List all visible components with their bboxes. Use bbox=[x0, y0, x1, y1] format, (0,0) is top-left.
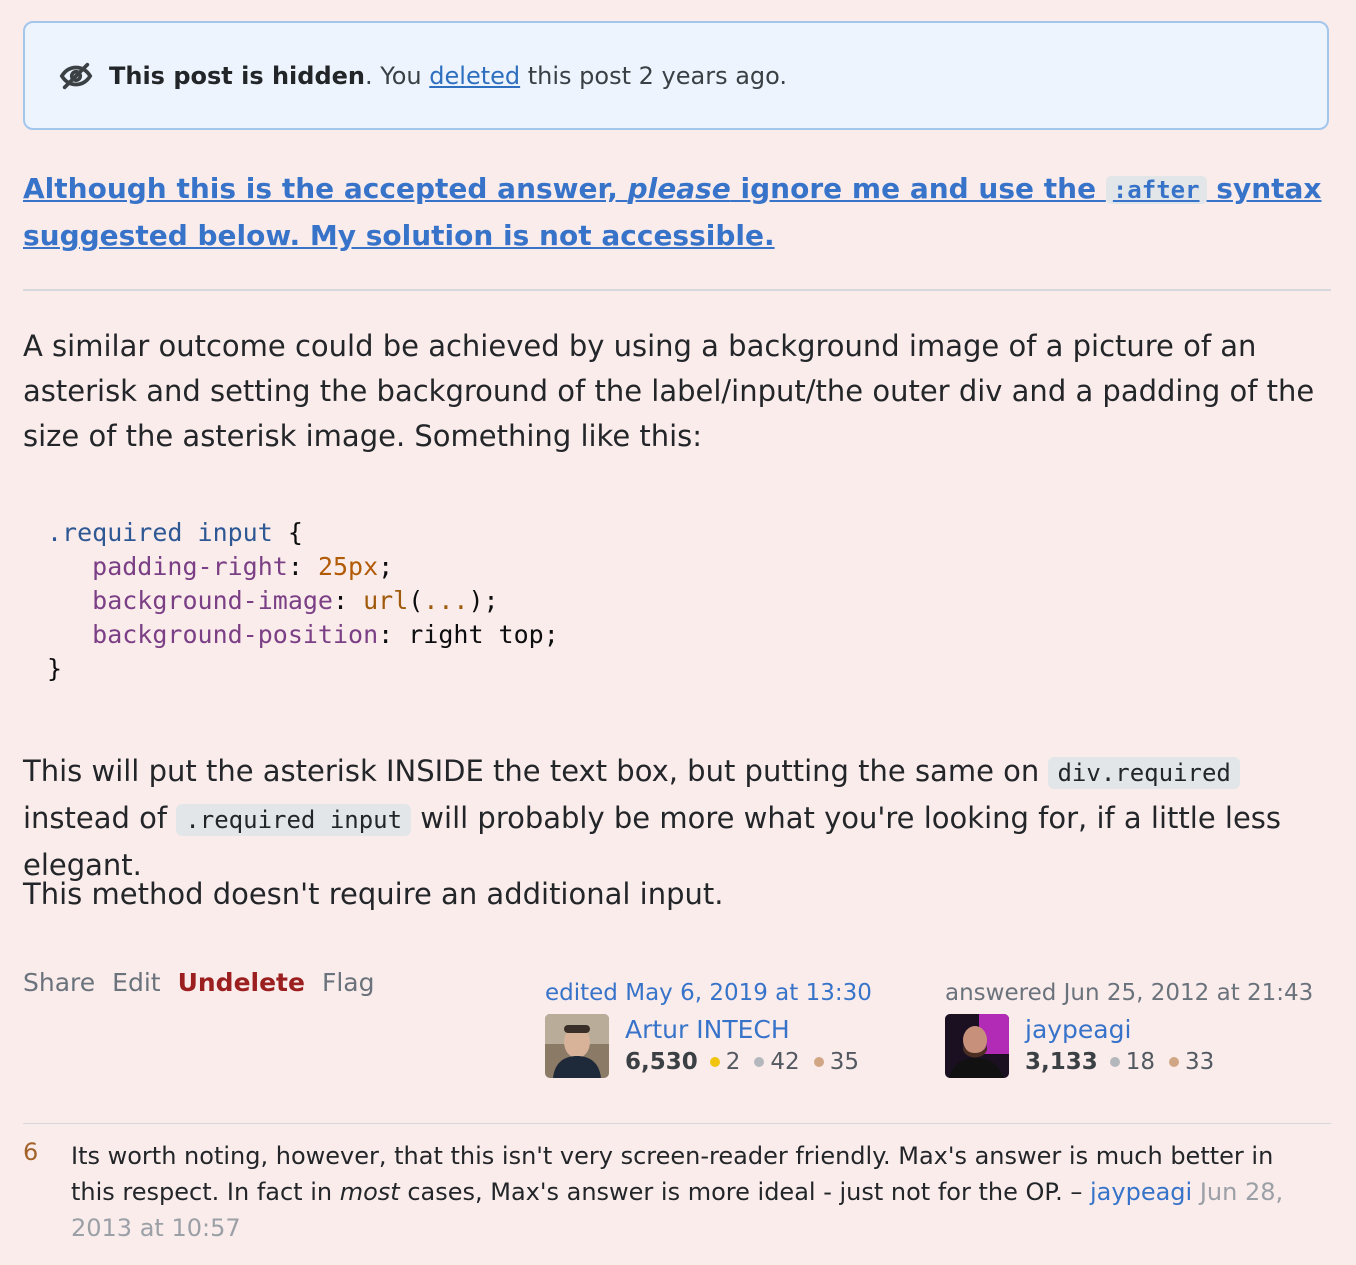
silver-badge-count: 18 bbox=[1125, 1049, 1156, 1075]
inline-code: div.required bbox=[1048, 757, 1240, 789]
flag-link[interactable]: Flag bbox=[322, 968, 375, 997]
notice-text-end: this post 2 years ago. bbox=[520, 61, 788, 90]
headline-code: :after bbox=[1105, 176, 1207, 204]
gold-badge-icon bbox=[709, 1057, 720, 1067]
edit-link[interactable]: Edit bbox=[112, 968, 160, 997]
code-selector: .required input bbox=[47, 518, 273, 547]
code-value: right top bbox=[408, 620, 544, 649]
reputation-score: 6,530 bbox=[625, 1049, 698, 1075]
editor-signature: edited May 6, 2019 at 13:30 Artur INTECH… bbox=[545, 980, 872, 1078]
headline-text: ignore me and use the bbox=[730, 172, 1106, 205]
gold-badge-count: 2 bbox=[725, 1049, 741, 1075]
code-property: background-image bbox=[92, 586, 333, 615]
headline-emphasis: please bbox=[627, 172, 731, 205]
post-actions: Share Edit Undelete Flag bbox=[23, 968, 374, 997]
notice-text: . You bbox=[365, 61, 430, 90]
author-reputation: 3,133 18 33 bbox=[1025, 1049, 1214, 1075]
bronze-badge-icon bbox=[1169, 1057, 1180, 1067]
paragraph-text: instead of bbox=[23, 801, 177, 835]
code-block: .required input { padding-right: 25px; b… bbox=[47, 518, 559, 683]
bronze-badge-count: 35 bbox=[829, 1049, 859, 1075]
code-value: 25px bbox=[317, 552, 379, 581]
deleted-link[interactable]: deleted bbox=[429, 62, 520, 90]
reputation-score: 3,133 bbox=[1025, 1049, 1098, 1075]
bronze-badge-count: 33 bbox=[1185, 1049, 1215, 1075]
silver-badge-icon bbox=[1109, 1057, 1120, 1067]
comment-body: Its worth noting, however, that this isn… bbox=[71, 1138, 1301, 1246]
answer-paragraph: This will put the asterisk INSIDE the te… bbox=[23, 749, 1333, 888]
avatar[interactable] bbox=[545, 1014, 609, 1078]
divider bbox=[23, 1123, 1331, 1124]
comment-emphasis: most bbox=[339, 1178, 400, 1206]
code-brace: } bbox=[47, 654, 63, 683]
code-function: url bbox=[363, 586, 409, 615]
notice-bold: This post is hidden bbox=[109, 61, 366, 90]
editor-name-link[interactable]: Artur INTECH bbox=[625, 1014, 859, 1045]
comment-user-link[interactable]: jaypeagi bbox=[1090, 1178, 1192, 1206]
hidden-post-notice: This post is hidden. You deleted this po… bbox=[23, 21, 1329, 130]
share-link[interactable]: Share bbox=[23, 968, 95, 997]
code-property: background-position bbox=[92, 620, 379, 649]
post-container: This post is hidden. You deleted this po… bbox=[0, 0, 1356, 1265]
accepted-answer-note[interactable]: Although this is the accepted answer, pl… bbox=[23, 166, 1323, 259]
inline-code: .required input bbox=[176, 804, 412, 836]
code-property: padding-right bbox=[92, 552, 288, 581]
code-arg: ... bbox=[423, 586, 469, 615]
editor-reputation: 6,530 2 42 35 bbox=[625, 1049, 859, 1075]
silver-badge-count: 42 bbox=[770, 1049, 800, 1075]
paragraph-text: This will put the asterisk INSIDE the te… bbox=[23, 754, 1049, 788]
avatar[interactable] bbox=[945, 1014, 1009, 1078]
undelete-link[interactable]: Undelete bbox=[178, 968, 305, 997]
code-brace: { bbox=[272, 518, 303, 547]
comment-score: 6 bbox=[23, 1138, 39, 1166]
author-name-link[interactable]: jaypeagi bbox=[1025, 1014, 1214, 1045]
headline-text: Although this is the accepted answer, bbox=[23, 172, 628, 205]
eye-off-icon bbox=[59, 59, 93, 93]
divider bbox=[23, 289, 1331, 291]
author-signature: answered Jun 25, 2012 at 21:43 jaypeagi … bbox=[945, 980, 1313, 1078]
bronze-badge-icon bbox=[813, 1057, 824, 1067]
answer-paragraph: A similar outcome could be achieved by u… bbox=[23, 329, 1315, 453]
comment-text: cases, Max's answer is more ideal - just… bbox=[399, 1178, 1090, 1206]
answer-paragraph: This method doesn't require an additiona… bbox=[23, 877, 724, 911]
silver-badge-icon bbox=[754, 1057, 765, 1067]
answered-date-link[interactable]: answered Jun 25, 2012 at 21:43 bbox=[945, 980, 1313, 1006]
edited-date-link[interactable]: edited May 6, 2019 at 13:30 bbox=[545, 980, 872, 1006]
